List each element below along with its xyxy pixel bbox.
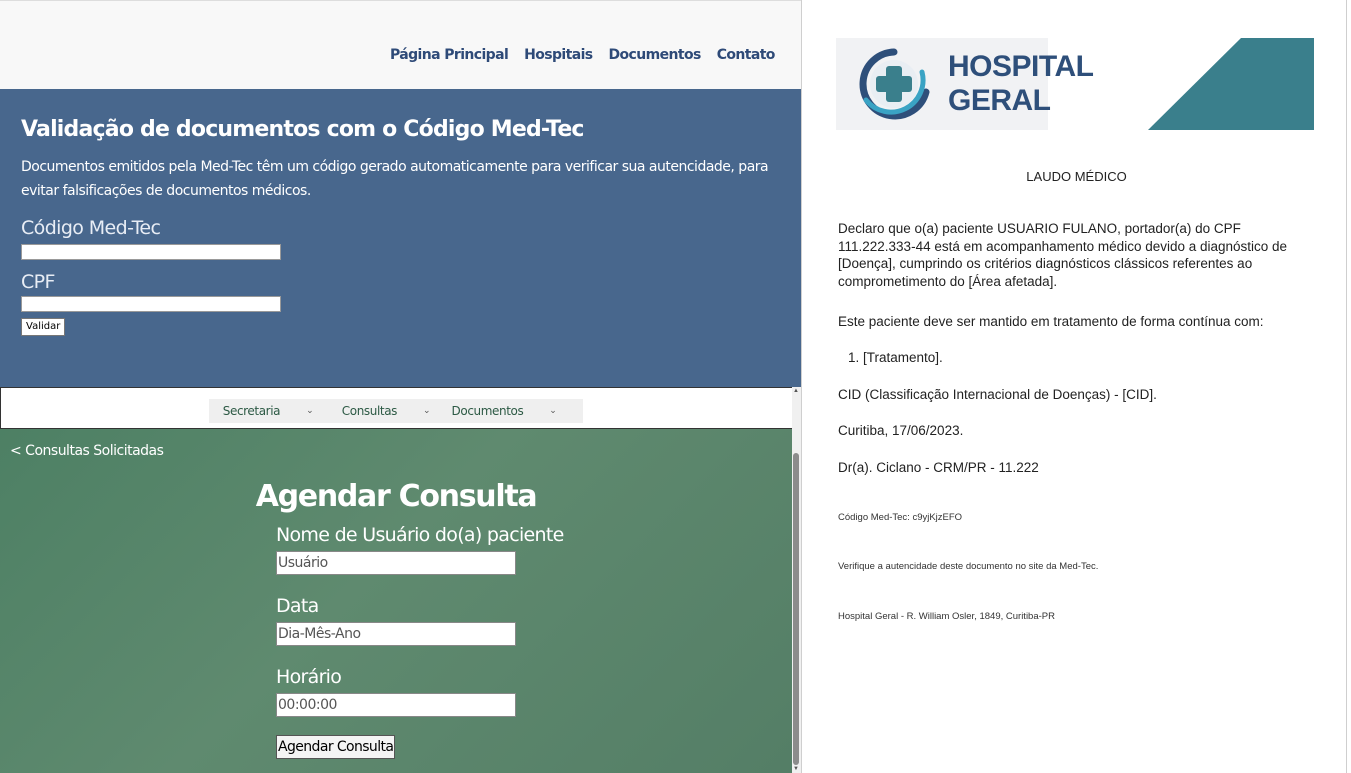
dropdown-label: Documentos <box>451 404 524 418</box>
code-label: Código Med-Tec <box>21 217 161 239</box>
doctor-line: Dr(a). Ciclano - CRM/PR - 11.222 <box>838 460 1039 475</box>
schedule-title: Agendar Consulta <box>255 479 538 514</box>
scrollbar[interactable]: ▲ ▼ <box>792 387 801 773</box>
validation-title: Validação de documentos com o Código Med… <box>21 117 584 142</box>
medtec-code: Código Med-Tec: c9yjKjzEFO <box>838 512 963 523</box>
treatment-item: 1. [Tratamento]. <box>848 350 943 365</box>
place-date-line: Curitiba, 17/06/2023. <box>838 423 964 438</box>
dropdown-label: Secretaria <box>222 404 281 418</box>
nav-link-contact[interactable]: Contato <box>717 47 776 63</box>
validate-button[interactable]: Validar <box>21 318 66 336</box>
nav-link-home[interactable]: Página Principal <box>390 47 509 63</box>
nav-link-hospitals[interactable]: Hospitais <box>524 47 593 63</box>
cpf-input[interactable] <box>21 296 281 312</box>
dropdown-documentos[interactable]: Documentos ⌄ <box>445 399 563 423</box>
user-input[interactable]: Usuário <box>276 551 516 575</box>
schedule-button[interactable]: Agendar Consulta <box>276 735 396 759</box>
chevron-down-icon: ⌄ <box>423 406 431 416</box>
cid-line: CID (Classificação Internacional de Doen… <box>838 387 1157 402</box>
right-border <box>1346 0 1347 773</box>
decorative-shape <box>1148 38 1314 130</box>
date-input[interactable]: Dia-Mês-Ano <box>276 622 516 646</box>
code-input[interactable] <box>21 244 281 260</box>
medical-cross-icon <box>859 48 930 120</box>
validation-description: Documentos emitidos pela Med-Tec têm um … <box>21 159 769 199</box>
declaration-paragraph: Declaro que o(a) paciente USUARIO FULANO… <box>838 221 1288 289</box>
medical-report-document: HOSPITAL GERAL LAUDO MÉDICO Declaro que … <box>802 0 1351 773</box>
nav-links: Página Principal Hospitais Documentos Co… <box>390 47 775 63</box>
dropdown-bar: Secretaria ⌄ Consultas ⌄ Documentos ⌄ <box>209 399 583 423</box>
treatment-intro: Este paciente deve ser mantido em tratam… <box>838 314 1264 329</box>
scroll-down-icon[interactable]: ▼ <box>793 766 799 772</box>
hospital-logo-text: HOSPITAL GERAL <box>948 50 1094 117</box>
cpf-label: CPF <box>21 271 55 293</box>
web-app-panel: Página Principal Hospitais Documentos Co… <box>0 0 801 773</box>
verify-note: Verifique a autencidade deste documento … <box>838 561 1099 572</box>
secondary-navbar: Secretaria ⌄ Consultas ⌄ Documentos ⌄ <box>0 387 792 429</box>
document-validation-section: Validação de documentos com o Código Med… <box>0 89 801 387</box>
scrollbar-thumb[interactable] <box>793 453 799 765</box>
nav-link-documents[interactable]: Documentos <box>609 47 702 63</box>
hospital-address: Hospital Geral - R. William Osler, 1849,… <box>838 611 1055 622</box>
scroll-up-icon[interactable]: ▲ <box>793 388 799 394</box>
dropdown-consultas[interactable]: Consultas ⌄ <box>327 399 445 423</box>
time-label: Horário <box>276 666 342 688</box>
hospital-logo: HOSPITAL GERAL <box>836 38 1094 130</box>
top-navbar: Página Principal Hospitais Documentos Co… <box>0 0 801 89</box>
user-label: Nome de Usuário do(a) paciente <box>276 524 564 546</box>
back-link-requested-appointments[interactable]: < Consultas Solicitadas <box>10 443 164 459</box>
date-label: Data <box>276 595 319 617</box>
dropdown-secretaria[interactable]: Secretaria ⌄ <box>209 399 327 423</box>
dropdown-label: Consultas <box>341 404 398 418</box>
document-title: LAUDO MÉDICO <box>1026 169 1127 184</box>
time-input[interactable]: 00:00:00 <box>276 693 516 717</box>
schedule-appointment-section: < Consultas Solicitadas Agendar Consulta… <box>0 429 792 773</box>
chevron-down-icon: ⌄ <box>549 406 557 416</box>
chevron-down-icon: ⌄ <box>306 406 314 416</box>
